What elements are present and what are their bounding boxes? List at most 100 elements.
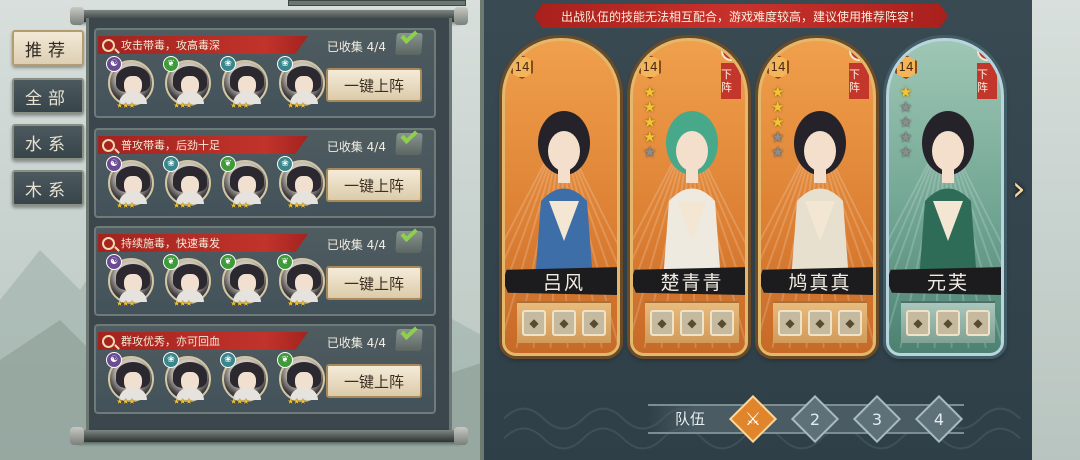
avatar-stars: ★★★	[287, 397, 306, 406]
hero-avatar[interactable]: ☯ ★★★	[106, 254, 154, 308]
one-click-deploy-button[interactable]: 一键上阵	[326, 168, 422, 202]
hero-card[interactable]: 14 ★ ★ ★ ★ ★ ✕ 下阵 元芙 ◆ ◆ ◆	[886, 38, 1004, 356]
remove-from-team-button[interactable]: ✕ 下阵	[721, 41, 743, 101]
hero-card[interactable]: 14 ★ ★ ★ ★ ★ ✕ 下阵 楚青青 ◆ ◆ ◆	[630, 38, 748, 356]
magnifier-icon[interactable]	[102, 236, 115, 250]
hero-avatar[interactable]: ❦ ★★★	[277, 352, 325, 406]
avatar-stars: ★★★	[287, 201, 306, 210]
hero-avatar[interactable]: ❀ ★★★	[163, 352, 211, 406]
hero-avatar[interactable]: ❦ ★★★	[220, 156, 268, 210]
armor-icon[interactable]: ◆	[680, 310, 704, 336]
armor-icon[interactable]: ◆	[552, 310, 576, 336]
one-click-deploy-button[interactable]: 一键上阵	[326, 266, 422, 300]
team-description: 持续施毒，快速毒发	[121, 237, 220, 250]
hero-avatar[interactable]: ❀ ★★★	[277, 56, 325, 110]
star-empty-icon: ★	[643, 143, 657, 161]
hero-portrait	[535, 111, 593, 281]
scroll-rod-bottom	[70, 427, 468, 445]
tab-all[interactable]: 全部	[12, 78, 84, 114]
remove-label[interactable]: 下阵	[721, 63, 741, 99]
crossed-swords-icon[interactable]: ⚔	[736, 408, 770, 430]
magnifier-icon[interactable]	[102, 334, 115, 348]
hero-avatar[interactable]: ☯ ★★★	[106, 352, 154, 406]
avatar-stars: ★★★	[287, 299, 306, 308]
sword-icon[interactable]: ◆	[650, 310, 674, 336]
avatar-stars: ★★★	[230, 101, 249, 110]
hero-avatar[interactable]: ☯ ★★★	[106, 156, 154, 210]
boot-icon[interactable]: ◆	[710, 310, 734, 336]
element-icon: ❦	[277, 254, 293, 270]
remove-from-team-button[interactable]: ✕ 下阵	[849, 41, 871, 101]
element-icon: ☯	[106, 56, 122, 72]
avatar-stars: ★★★	[173, 101, 192, 110]
armor-icon[interactable]: ◆	[808, 310, 832, 336]
team-avatars: ☯ ★★★ ❀ ★★★ ❦ ★★★ ❀ ★★★	[106, 156, 325, 210]
next-arrow-icon[interactable]: ›	[1012, 172, 1034, 208]
hero-stars: ★ ★ ★ ★ ★	[643, 85, 656, 160]
element-icon: ❀	[277, 56, 293, 72]
hero-avatar[interactable]: ❦ ★★★	[277, 254, 325, 308]
one-click-deploy-button[interactable]: 一键上阵	[326, 364, 422, 398]
tab-water[interactable]: 水系	[12, 124, 84, 160]
team-description: 攻击带毒，攻高毒深	[121, 39, 220, 52]
magnifier-icon[interactable]	[102, 38, 115, 52]
hero-card[interactable]: 14 吕风 ◆ ◆ ◆	[502, 38, 620, 356]
hero-stars: ★ ★ ★ ★ ★	[899, 85, 912, 160]
check-icon	[395, 323, 423, 351]
check-icon	[395, 27, 423, 55]
sword-icon[interactable]: ◆	[906, 310, 930, 336]
team-slot-number[interactable]: 3	[860, 408, 894, 430]
hero-avatar[interactable]: ❦ ★★★	[220, 254, 268, 308]
element-icon: ❦	[163, 254, 179, 270]
team-description-tag: 普攻带毒，后劲十足	[98, 136, 308, 154]
element-icon: ❀	[163, 352, 179, 368]
team-description-tag: 群攻优秀，亦可回血	[98, 332, 308, 350]
avatar-stars: ★★★	[116, 101, 135, 110]
check-icon	[395, 225, 423, 253]
hero-avatar[interactable]: ❀ ★★★	[220, 56, 268, 110]
team-selector-label: 队伍	[675, 410, 706, 428]
avatar-stars: ★★★	[116, 201, 135, 210]
element-icon: ❀	[220, 352, 236, 368]
ring-icon[interactable]: ◆	[966, 310, 990, 336]
hero-avatar[interactable]: ❀ ★★★	[277, 156, 325, 210]
boot-icon[interactable]: ◆	[582, 310, 606, 336]
equipment-slots: ◆ ◆ ◆	[645, 301, 739, 343]
element-icon: ❀	[163, 156, 179, 172]
hero-card[interactable]: 14 ★ ★ ★ ★ ★ ✕ 下阵 鸠真真 ◆ ◆ ◆	[758, 38, 876, 356]
remove-from-team-button[interactable]: ✕ 下阵	[977, 41, 999, 101]
hero-avatar[interactable]: ☯ ★★★	[106, 56, 154, 110]
close-icon[interactable]: ✕	[721, 41, 741, 61]
team-card: 持续施毒，快速毒发 已收集 4/4 ☯ ★★★ ❦ ★★★ ❦ ★★★ ❦ ★★…	[94, 225, 436, 316]
avatar-stars: ★★★	[116, 397, 135, 406]
equipment-slots: ◆ ◆ ◆	[901, 301, 995, 343]
close-icon[interactable]: ✕	[849, 41, 869, 61]
hero-avatar[interactable]: ❦ ★★★	[163, 56, 211, 110]
hero-portrait	[663, 111, 721, 281]
boot-icon[interactable]: ◆	[838, 310, 862, 336]
sword-icon[interactable]: ◆	[522, 310, 546, 336]
axe-icon[interactable]: ◆	[778, 310, 802, 336]
armor-icon[interactable]: ◆	[936, 310, 960, 336]
team-description: 普攻带毒，后劲十足	[121, 139, 220, 152]
tab-recommended[interactable]: 推荐	[12, 30, 84, 66]
team-avatars: ☯ ★★★ ❦ ★★★ ❦ ★★★ ❦ ★★★	[106, 254, 325, 308]
hero-avatar[interactable]: ❦ ★★★	[163, 254, 211, 308]
hero-name: 楚青青	[633, 267, 745, 295]
magnifier-icon[interactable]	[102, 138, 115, 152]
one-click-deploy-button[interactable]: 一键上阵	[326, 68, 422, 102]
hero-name: 元芙	[889, 267, 1001, 295]
team-card: 群攻优秀，亦可回血 已收集 4/4 ☯ ★★★ ❀ ★★★ ❀ ★★★ ❦ ★★…	[94, 323, 436, 414]
remove-label[interactable]: 下阵	[977, 63, 997, 99]
close-icon[interactable]: ✕	[977, 41, 997, 61]
hero-portrait	[919, 111, 977, 281]
hero-avatar[interactable]: ❀ ★★★	[220, 352, 268, 406]
avatar-stars: ★★★	[230, 397, 249, 406]
tab-wood[interactable]: 木系	[12, 170, 84, 206]
element-icon: ❦	[163, 56, 179, 72]
team-slot-number[interactable]: 4	[922, 408, 956, 430]
remove-label[interactable]: 下阵	[849, 63, 869, 99]
team-description: 群攻优秀，亦可回血	[121, 335, 220, 348]
team-slot-number[interactable]: 2	[798, 408, 832, 430]
hero-avatar[interactable]: ❀ ★★★	[163, 156, 211, 210]
